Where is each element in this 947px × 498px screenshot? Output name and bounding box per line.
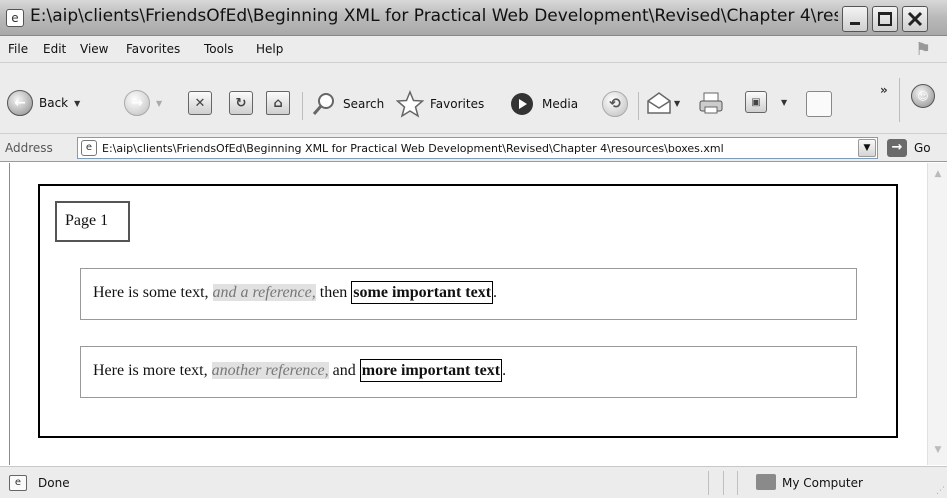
scroll-down-arrow-icon[interactable]: ▼ <box>931 445 945 459</box>
print-icon <box>699 92 723 114</box>
home-icon: ⌂ <box>266 91 290 115</box>
toolbar-separator <box>302 92 303 120</box>
media-button[interactable]: Media <box>510 91 578 117</box>
reference-text: another reference, <box>211 362 329 379</box>
minimize-button[interactable] <box>842 6 868 32</box>
media-icon <box>511 93 533 115</box>
status-divider <box>737 471 738 495</box>
refresh-button[interactable]: ↻ <box>229 91 253 115</box>
menu-favorites[interactable]: Favorites <box>126 42 180 56</box>
paragraph-text: and <box>328 362 360 379</box>
security-zone: My Computer <box>782 476 863 490</box>
important-text: some important text <box>351 281 494 304</box>
menu-bar: File Edit View Favorites Tools Help ⚑ <box>0 36 947 63</box>
title-bar: e E:\aip\clients\FriendsOfEd\Beginning X… <box>0 0 947 36</box>
close-icon <box>907 11 923 27</box>
history-button[interactable]: ⟲ <box>602 91 628 117</box>
menu-file[interactable]: File <box>8 42 28 56</box>
window-title: E:\aip\clients\FriendsOfEd\Beginning XML… <box>30 6 838 26</box>
search-button[interactable]: Search <box>311 91 384 117</box>
reference-text: and a reference, <box>212 284 316 301</box>
search-icon <box>312 93 334 115</box>
favorites-label: Favorites <box>430 97 485 111</box>
paragraph-text: . <box>502 362 507 379</box>
stop-icon: ✕ <box>188 91 212 115</box>
toolbar-separator <box>899 78 900 122</box>
favorites-button[interactable]: Favorites <box>396 90 484 118</box>
print-button[interactable] <box>698 91 724 115</box>
address-bar: Address e E:\aip\clients\FriendsOfEd\Beg… <box>0 134 947 162</box>
stop-button[interactable]: ✕ <box>188 91 212 115</box>
menu-edit[interactable]: Edit <box>43 42 66 56</box>
status-bar: e Done My Computer ⋰ <box>0 466 947 498</box>
home-button[interactable]: ⌂ <box>266 91 290 115</box>
address-value[interactable]: E:\aip\clients\FriendsOfEd\Beginning XML… <box>102 142 724 155</box>
back-arrow-icon: ← <box>7 90 33 116</box>
media-label: Media <box>542 97 579 111</box>
scroll-up-arrow-icon[interactable]: ▲ <box>931 169 945 183</box>
paragraph-text: then <box>315 284 352 301</box>
page-icon: e <box>81 140 97 156</box>
address-input[interactable]: e E:\aip\clients\FriendsOfEd\Beginning X… <box>77 137 878 159</box>
windows-logo-icon: ⚑ <box>915 39 932 60</box>
edit-icon: ▣ <box>745 91 767 113</box>
discuss-button[interactable] <box>806 91 832 117</box>
mail-icon <box>647 92 671 114</box>
menu-view[interactable]: View <box>80 42 108 56</box>
resize-grip-icon[interactable]: ⋰ <box>936 486 945 496</box>
refresh-icon: ↻ <box>229 91 253 115</box>
minimize-icon <box>850 22 860 25</box>
forward-button[interactable]: → ▼ <box>124 90 162 116</box>
close-button[interactable] <box>902 6 928 32</box>
paragraph-box: Here is some text, and a reference, then… <box>80 268 857 320</box>
go-button[interactable]: Go <box>914 141 931 155</box>
important-text: more important text <box>359 359 503 382</box>
status-text: Done <box>38 476 70 490</box>
vertical-scrollbar[interactable]: ▲ ▼ <box>927 163 947 465</box>
mail-button[interactable]: ▼ <box>646 91 680 115</box>
menu-help[interactable]: Help <box>256 42 283 56</box>
toolbar-separator <box>638 92 639 120</box>
menu-tools[interactable]: Tools <box>204 42 234 56</box>
paragraph-text: . <box>493 284 498 301</box>
ie-page-icon[interactable]: e <box>6 9 24 27</box>
forward-dropdown-icon[interactable]: ▼ <box>156 99 162 108</box>
status-divider <box>723 471 724 495</box>
back-dropdown-icon[interactable]: ▼ <box>74 99 80 108</box>
my-computer-icon <box>756 474 776 490</box>
toolbar-overflow-button[interactable]: » <box>880 83 888 97</box>
standard-toolbar: ← Back ▼ → ▼ ✕ ↻ ⌂ Search Favorites Medi… <box>0 63 947 134</box>
maximize-button[interactable] <box>872 6 898 32</box>
address-label: Address <box>5 141 53 155</box>
forward-arrow-icon: → <box>124 90 150 116</box>
edit-button[interactable]: ▣ ▼ <box>745 91 787 113</box>
back-label: Back <box>39 96 69 110</box>
go-arrow-icon[interactable]: → <box>887 139 907 157</box>
messenger-icon: ☺ <box>911 84 935 108</box>
back-button[interactable]: ← Back ▼ <box>7 90 80 116</box>
maximize-icon <box>878 12 892 26</box>
paragraph-box: Here is more text, another reference, an… <box>80 346 857 398</box>
discuss-icon <box>806 91 832 117</box>
edit-dropdown-icon[interactable]: ▼ <box>781 98 787 107</box>
mail-dropdown-icon[interactable]: ▼ <box>674 99 680 108</box>
messenger-button[interactable]: ☺ <box>911 84 935 108</box>
favorites-star-icon <box>396 90 424 118</box>
paragraph-text: Here is more text, <box>93 362 212 379</box>
page-label: Page 1 <box>55 201 130 242</box>
status-divider <box>708 471 709 495</box>
history-icon: ⟲ <box>602 91 628 117</box>
address-dropdown-button[interactable]: ▼ <box>858 139 876 157</box>
page-done-icon: e <box>9 475 27 491</box>
paragraph-text: Here is some text, <box>93 284 213 301</box>
search-label: Search <box>343 97 385 111</box>
